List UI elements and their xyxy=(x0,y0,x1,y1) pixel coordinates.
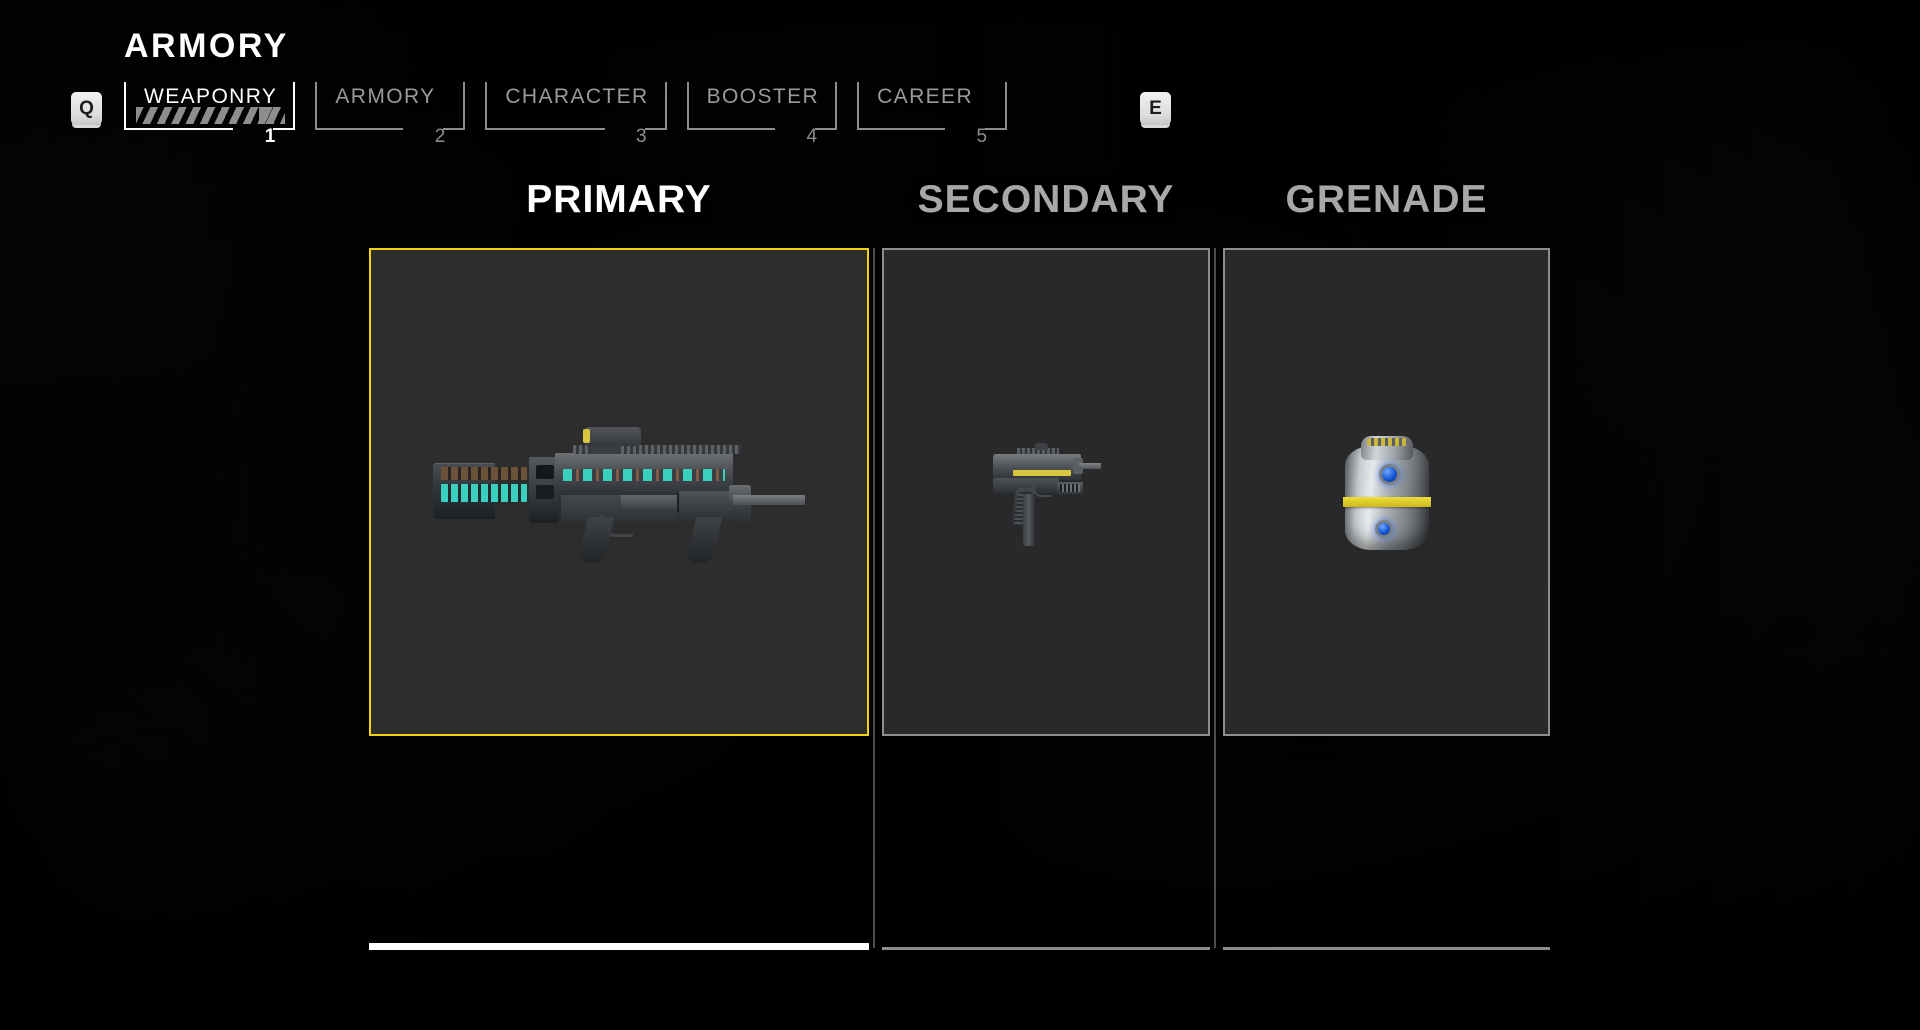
slot-underline-grenade xyxy=(1223,947,1550,950)
tab-number: 2 xyxy=(434,126,446,147)
slot-title-grenade: GRENADE xyxy=(1285,178,1488,221)
tab-frame-bottom-left xyxy=(857,128,946,130)
slot-title-secondary: SECONDARY xyxy=(917,178,1175,221)
tab-frame-left xyxy=(315,82,318,130)
tab-progress-hatch xyxy=(136,107,274,124)
tab-frame-bottom-left xyxy=(124,128,234,130)
loadout-slot-grenade[interactable]: GRENADE xyxy=(1223,178,1550,968)
tab-number: 1 xyxy=(264,126,276,147)
column-divider xyxy=(1214,248,1216,948)
tab-armory[interactable]: ARMORY 2 xyxy=(315,82,466,147)
tab-frame-bottom-right xyxy=(985,128,1008,130)
tab-label: BOOSTER xyxy=(706,85,820,108)
tab-number: 5 xyxy=(976,126,988,147)
tab-label: ARMORY xyxy=(335,85,436,108)
weapon-icon-energy-assault-rifle xyxy=(433,427,805,563)
tab-bar: WEAPONRY 1 ARMORY 2 CHARACTER 3 BOOSTER … xyxy=(124,82,1027,147)
tab-booster[interactable]: BOOSTER 4 xyxy=(686,82,838,147)
tab-frame-left xyxy=(124,82,126,130)
key-hint-q[interactable]: Q xyxy=(71,92,102,125)
slot-underline-primary xyxy=(369,943,869,950)
weapon-icon-machine-pistol xyxy=(987,436,1105,548)
tab-frame-bottom-left xyxy=(315,128,404,130)
tab-number: 3 xyxy=(636,126,647,147)
tab-frame-left xyxy=(686,82,689,130)
page-title: ARMORY xyxy=(124,27,289,65)
tab-frame-right xyxy=(835,82,838,130)
weapon-card-grenade[interactable] xyxy=(1223,248,1550,736)
header: ARMORY Q E WEAPONRY 1 ARMORY 2 CHARACTER… xyxy=(0,0,1920,150)
tab-frame-right xyxy=(293,82,296,130)
weapon-card-secondary[interactable] xyxy=(882,248,1210,736)
tab-career[interactable]: CAREER 5 xyxy=(857,82,1008,147)
tab-frame-left xyxy=(485,82,488,130)
tab-weaponry[interactable]: WEAPONRY 1 xyxy=(124,82,296,147)
tab-label: WEAPONRY xyxy=(144,85,278,108)
weapon-card-primary[interactable] xyxy=(369,248,869,736)
loadout-columns: PRIMARY SECONDARY GRENADE xyxy=(369,178,1551,968)
tab-frame-bottom-left xyxy=(686,128,776,130)
tab-frame-bottom-right xyxy=(443,128,466,130)
column-divider xyxy=(873,248,875,948)
tab-label: CAREER xyxy=(877,85,974,108)
tab-frame-right xyxy=(1005,82,1008,130)
tab-label: CHARACTER xyxy=(505,85,649,108)
tab-frame-bottom-right xyxy=(273,128,296,130)
tab-progress-hatch-tail xyxy=(259,107,286,124)
weapon-icon-frag-grenade xyxy=(1339,428,1435,556)
slot-title-primary: PRIMARY xyxy=(526,178,712,221)
key-hint-e[interactable]: E xyxy=(1140,92,1171,125)
tab-frame-right xyxy=(664,82,667,130)
loadout-slot-primary[interactable]: PRIMARY xyxy=(369,178,869,968)
tab-frame-bottom-right xyxy=(815,128,838,130)
tab-frame-right xyxy=(463,82,466,130)
loadout-slot-secondary[interactable]: SECONDARY xyxy=(882,178,1210,968)
tab-frame-bottom-left xyxy=(485,128,605,130)
tab-character[interactable]: CHARACTER 3 xyxy=(485,82,667,147)
tab-frame-bottom-right xyxy=(644,128,667,130)
tab-number: 4 xyxy=(806,126,818,147)
tab-frame-left xyxy=(857,82,860,130)
slot-underline-secondary xyxy=(882,947,1210,950)
